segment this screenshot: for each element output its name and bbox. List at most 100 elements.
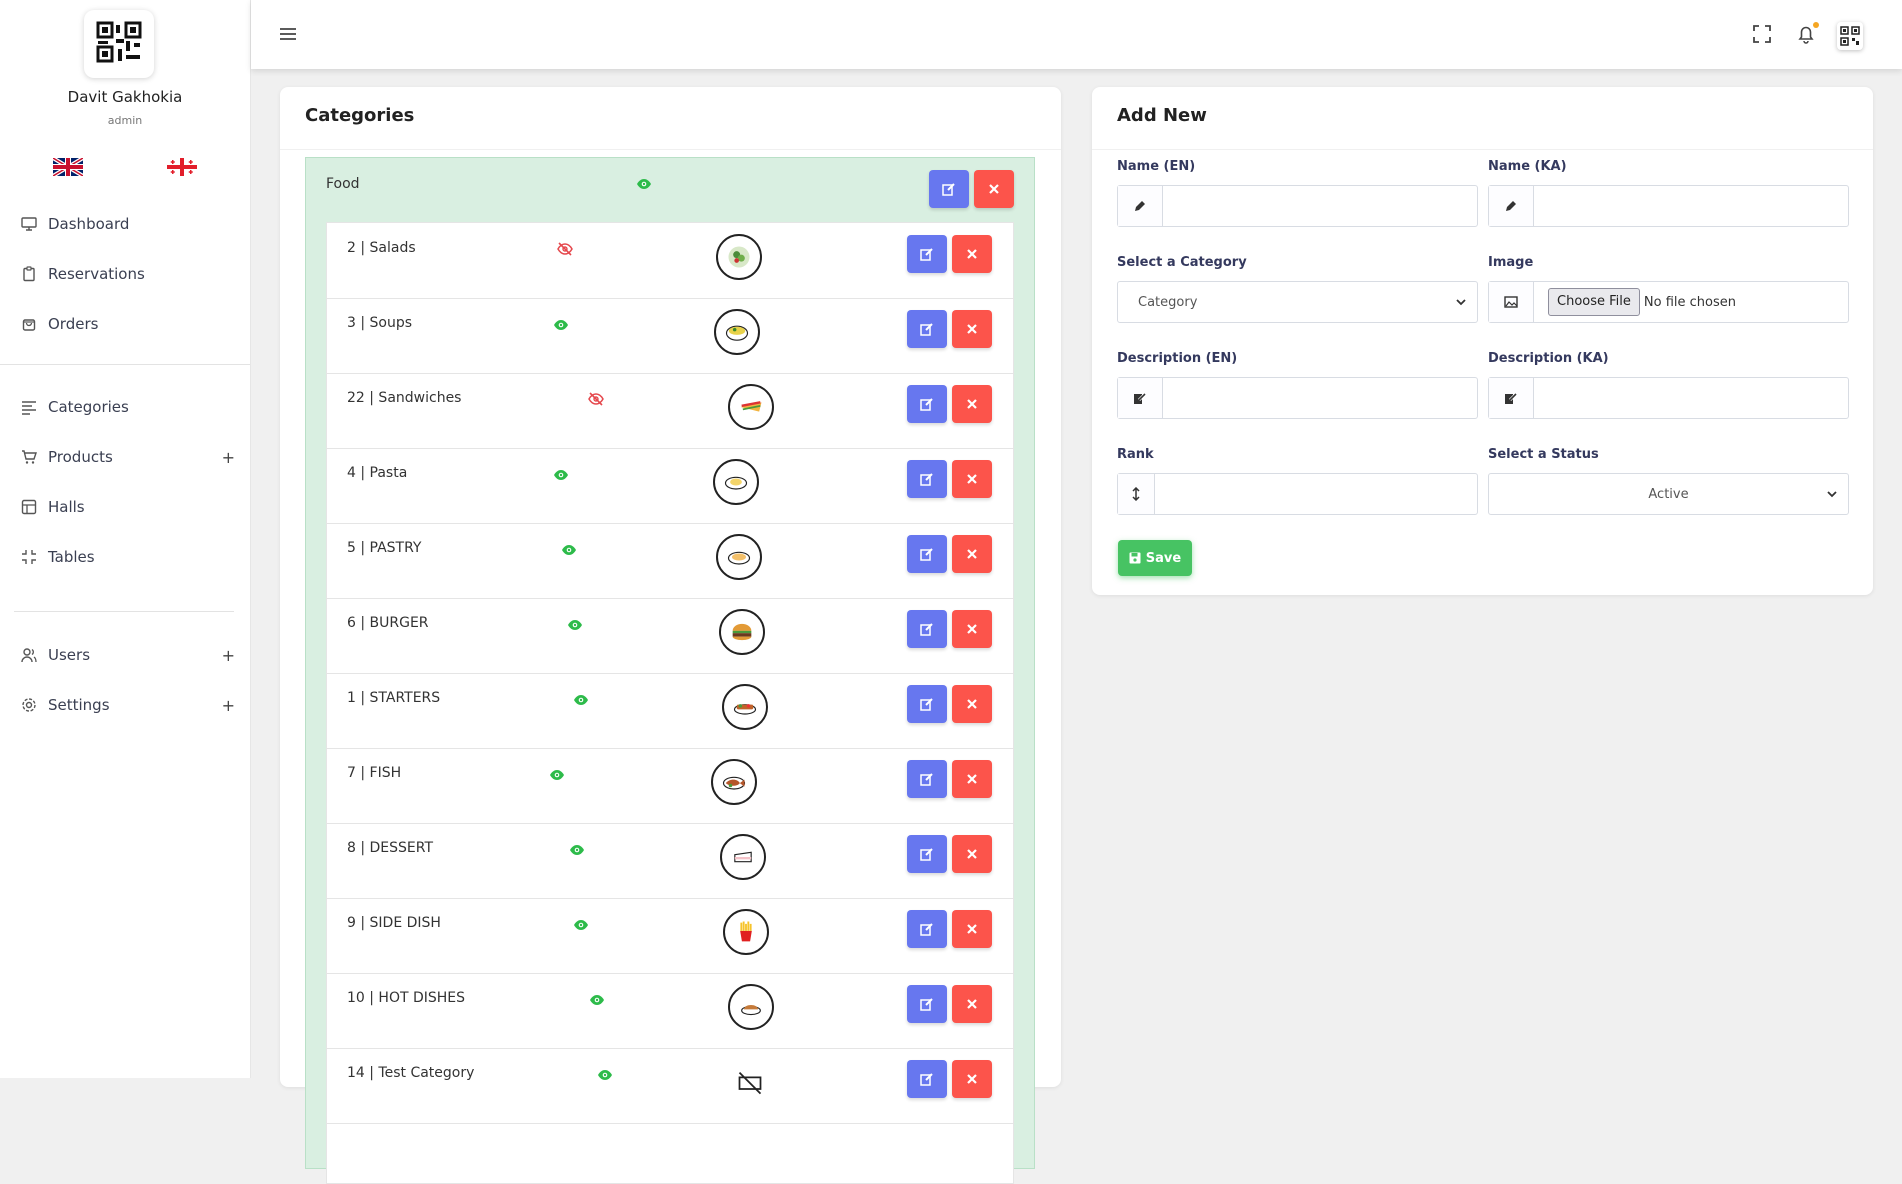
image-icon xyxy=(1489,282,1534,322)
visible-eye-icon[interactable] xyxy=(636,178,652,190)
edit-button[interactable] xyxy=(907,610,947,648)
sidebar-divider xyxy=(14,611,234,612)
fullscreen-icon[interactable] xyxy=(1750,22,1774,46)
close-icon xyxy=(967,999,977,1009)
name-en-input[interactable] xyxy=(1163,186,1477,226)
close-icon xyxy=(967,624,977,634)
category-row: 3 | Soups xyxy=(327,298,1013,374)
sidebar-item-settings[interactable]: Settings + xyxy=(20,690,235,720)
edit-button[interactable] xyxy=(907,760,947,798)
delete-button[interactable] xyxy=(952,685,992,723)
list-icon xyxy=(20,398,38,416)
choose-file-button[interactable]: Choose File xyxy=(1548,288,1640,316)
georgia-flag-icon[interactable] xyxy=(167,158,197,176)
visible-eye-icon[interactable] xyxy=(553,466,569,485)
uk-flag-icon[interactable] xyxy=(53,158,83,176)
delete-button[interactable] xyxy=(952,1060,992,1098)
edit-button[interactable] xyxy=(907,535,947,573)
salad-image xyxy=(716,234,762,280)
floppy-disk-icon xyxy=(1129,552,1141,564)
sidebar-item-label: Categories xyxy=(48,398,129,416)
tables-icon xyxy=(20,548,38,566)
delete-button[interactable] xyxy=(952,310,992,348)
visible-eye-icon[interactable] xyxy=(553,316,569,335)
soup-image xyxy=(714,309,760,355)
file-status: No file chosen xyxy=(1643,294,1736,310)
sidebar-item-label: Reservations xyxy=(48,265,145,283)
chevron-down-icon xyxy=(1827,491,1837,498)
category-row-label: 9 | SIDE DISH xyxy=(347,915,441,931)
delete-button[interactable] xyxy=(952,910,992,948)
desc-ka-input[interactable] xyxy=(1534,378,1848,418)
visible-eye-icon[interactable] xyxy=(573,916,589,935)
sidebar-item-dashboard[interactable]: Dashboard xyxy=(20,209,235,239)
app-logo[interactable] xyxy=(84,10,154,78)
edit-button[interactable] xyxy=(907,910,947,948)
hidden-eye-slash-icon[interactable] xyxy=(556,241,574,260)
delete-button[interactable] xyxy=(952,535,992,573)
edit-button[interactable] xyxy=(907,460,947,498)
edit-button[interactable] xyxy=(907,985,947,1023)
delete-button[interactable] xyxy=(952,385,992,423)
sidebar-item-orders[interactable]: Orders xyxy=(20,309,235,339)
delete-button[interactable] xyxy=(952,610,992,648)
category-row: 7 | FISH xyxy=(327,748,1013,824)
expand-plus-icon[interactable]: + xyxy=(222,448,235,467)
visible-eye-icon[interactable] xyxy=(569,841,585,860)
sidebar-item-label: Settings xyxy=(48,696,110,714)
visible-eye-icon[interactable] xyxy=(573,691,589,710)
edit-icon xyxy=(920,848,933,861)
rank-field xyxy=(1117,473,1478,515)
sidebar-item-tables[interactable]: Tables xyxy=(20,542,235,572)
sidebar-item-categories[interactable]: Categories xyxy=(20,392,235,422)
chevron-down-icon xyxy=(1456,299,1466,306)
expand-plus-icon[interactable]: + xyxy=(222,646,235,665)
visible-eye-icon[interactable] xyxy=(561,541,577,560)
delete-button[interactable] xyxy=(952,235,992,273)
save-button[interactable]: Save xyxy=(1118,540,1192,576)
edit-button[interactable] xyxy=(907,1060,947,1098)
card-divider xyxy=(1092,149,1873,150)
sidebar-item-users[interactable]: Users + xyxy=(20,640,235,670)
image-label: Image xyxy=(1488,255,1534,270)
delete-button[interactable] xyxy=(952,760,992,798)
image-field: Choose File No file chosen xyxy=(1488,281,1849,323)
visible-eye-icon[interactable] xyxy=(597,1066,613,1085)
edit-button[interactable] xyxy=(907,310,947,348)
hamburger-menu-icon[interactable] xyxy=(278,24,298,44)
status-select[interactable]: Active xyxy=(1488,473,1849,515)
category-select[interactable]: Category xyxy=(1117,281,1478,323)
category-row-label: 2 | Salads xyxy=(347,240,416,256)
hot-dish-image xyxy=(728,984,774,1030)
edit-icon xyxy=(920,248,933,261)
monitor-icon xyxy=(20,215,38,233)
delete-button[interactable] xyxy=(952,985,992,1023)
edit-button[interactable] xyxy=(907,685,947,723)
delete-button[interactable] xyxy=(974,170,1014,208)
qr-code-icon[interactable] xyxy=(1837,22,1863,50)
delete-button[interactable] xyxy=(952,460,992,498)
edit-button[interactable] xyxy=(929,170,969,208)
edit-button[interactable] xyxy=(907,235,947,273)
category-row: 6 | BURGER xyxy=(327,598,1013,674)
delete-button[interactable] xyxy=(952,835,992,873)
sidebar-divider xyxy=(0,364,250,365)
rank-input[interactable] xyxy=(1155,474,1477,514)
edit-icon xyxy=(920,473,933,486)
category-row-label: 22 | Sandwiches xyxy=(347,390,462,406)
hidden-eye-slash-icon[interactable] xyxy=(587,391,605,410)
edit-icon xyxy=(920,398,933,411)
notification-bell-icon[interactable] xyxy=(1794,22,1819,46)
expand-plus-icon[interactable]: + xyxy=(222,696,235,715)
desc-en-input[interactable] xyxy=(1163,378,1477,418)
sidebar-item-products[interactable]: Products + xyxy=(20,442,235,472)
edit-button[interactable] xyxy=(907,835,947,873)
sidebar-item-halls[interactable]: Halls xyxy=(20,492,235,522)
visible-eye-icon[interactable] xyxy=(589,991,605,1010)
visible-eye-icon[interactable] xyxy=(567,616,583,635)
sidebar-item-reservations[interactable]: Reservations xyxy=(20,259,235,289)
name-ka-input[interactable] xyxy=(1534,186,1848,226)
visible-eye-icon[interactable] xyxy=(549,766,565,785)
edit-icon xyxy=(920,1073,933,1086)
edit-button[interactable] xyxy=(907,385,947,423)
